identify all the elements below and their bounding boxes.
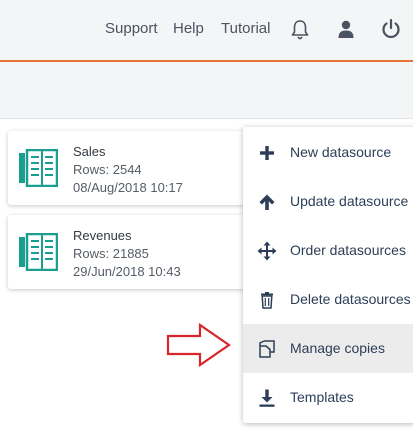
datasource-book-icon	[19, 233, 58, 271]
tutorial-link[interactable]: Tutorial	[221, 20, 270, 37]
support-link[interactable]: Support	[105, 20, 158, 37]
menu-item-label: Delete datasources	[290, 291, 411, 307]
help-link[interactable]: Help	[173, 20, 204, 37]
user-icon[interactable]	[337, 19, 355, 39]
arrow-up-icon	[259, 194, 275, 210]
datasource-book-icon	[19, 149, 58, 187]
menu-item-update-datasource[interactable]: Update datasource	[243, 177, 413, 226]
copies-icon	[259, 340, 275, 358]
menu-item-delete-datasources[interactable]: Delete datasources	[243, 275, 413, 324]
datasource-date: 29/Jun/2018 10:43	[73, 264, 181, 279]
menu-item-label: Update datasource	[290, 193, 409, 209]
menu-item-templates[interactable]: Templates	[243, 373, 413, 422]
datasource-name: Sales	[73, 144, 106, 159]
menu-item-new-datasource[interactable]: New datasource	[243, 128, 413, 177]
datasource-name: Revenues	[73, 228, 132, 243]
menu-item-label: Manage copies	[290, 340, 385, 356]
plus-icon	[260, 146, 274, 160]
pointer-arrow-icon	[166, 322, 231, 368]
datasource-date: 08/Aug/2018 10:17	[73, 180, 183, 195]
toolbar-area	[0, 62, 413, 119]
menu-item-label: New datasource	[290, 144, 392, 160]
power-icon[interactable]	[380, 18, 402, 40]
datasource-actions-menu: New datasource Update datasource Order d…	[243, 127, 413, 423]
top-bar: Support Help Tutorial	[0, 0, 413, 62]
datasource-card-sales[interactable]: Sales Rows: 2544 08/Aug/2018 10:17	[8, 131, 258, 205]
datasource-rows: Rows: 2544	[73, 162, 142, 177]
menu-item-manage-copies[interactable]: Manage copies	[243, 324, 413, 373]
datasource-rows: Rows: 21885	[73, 246, 149, 261]
bell-icon[interactable]	[290, 19, 310, 41]
menu-item-label: Order datasources	[290, 242, 406, 258]
menu-item-label: Templates	[290, 389, 354, 405]
move-icon	[257, 241, 277, 261]
menu-item-order-datasources[interactable]: Order datasources	[243, 226, 413, 275]
download-icon	[259, 389, 275, 407]
trash-icon	[261, 292, 273, 309]
datasource-card-revenues[interactable]: Revenues Rows: 21885 29/Jun/2018 10:43	[8, 215, 258, 289]
